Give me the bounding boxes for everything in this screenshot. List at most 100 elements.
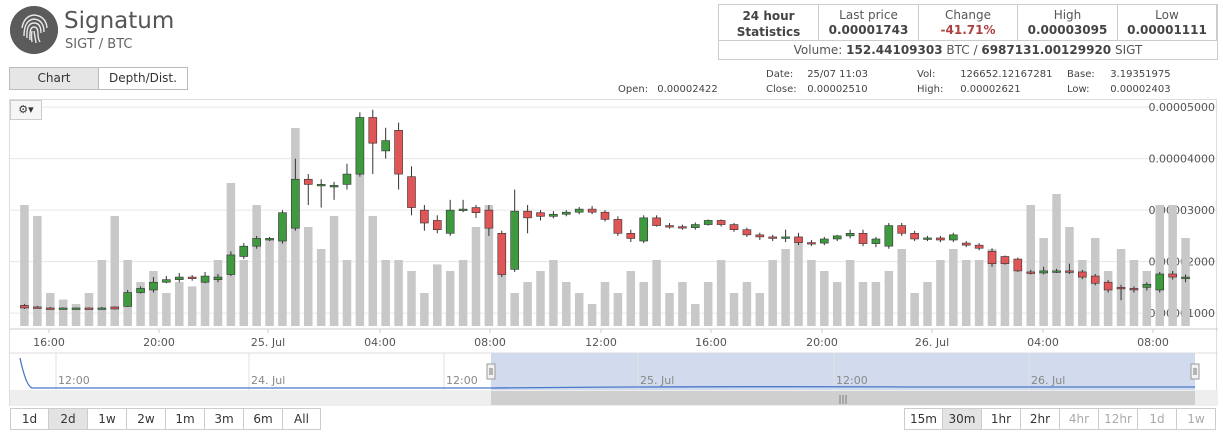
volume-bar xyxy=(1168,205,1177,326)
volume-bar xyxy=(58,299,68,326)
candle-body xyxy=(961,242,971,246)
candle-body xyxy=(678,226,687,229)
low-label: Low xyxy=(1155,8,1179,22)
volume-bar xyxy=(162,293,171,326)
volume-bar xyxy=(342,260,352,326)
close-value: 0.00002510 xyxy=(807,84,868,95)
range-button-6m[interactable]: 6m xyxy=(244,408,283,430)
stats-title-line1: 24 hour xyxy=(742,9,795,23)
stats-title: 24 hour Statistics xyxy=(719,5,819,40)
candle-body xyxy=(278,212,287,242)
volume-separator: / xyxy=(973,43,978,57)
volume-bar xyxy=(368,216,378,326)
volume-bar xyxy=(175,282,184,326)
volume-sigt: 6987131.00129920 xyxy=(981,43,1112,57)
range-button-2d[interactable]: 2d xyxy=(49,408,88,430)
interval-button-1d[interactable]: 1d xyxy=(1138,408,1177,430)
candle-body xyxy=(858,233,868,244)
tab-depth[interactable]: Depth/Dist. xyxy=(98,67,188,90)
candle-body xyxy=(652,217,661,226)
volume-bar xyxy=(1052,194,1061,326)
base-value: 3.19351975 xyxy=(1110,69,1171,80)
interval-button-1w[interactable]: 1w xyxy=(1177,408,1216,430)
candle-body xyxy=(923,237,932,240)
candle-body xyxy=(768,236,778,239)
chevron-down-icon: ▾ xyxy=(28,103,34,116)
volume-bar xyxy=(523,282,532,326)
candle-body xyxy=(265,238,274,241)
range-button-1m[interactable]: 1m xyxy=(166,408,205,430)
volume-bar xyxy=(304,227,313,326)
price-chart[interactable]: 0.000050000.000040000.000030000.00002000… xyxy=(9,99,1218,407)
volume-bar xyxy=(716,260,726,326)
open-value: 0.00002422 xyxy=(657,84,718,95)
range-button-1w[interactable]: 1w xyxy=(88,408,127,430)
ohlc-close: Close: 0.00002510 xyxy=(766,84,868,95)
24h-stats-panel: 24 hour Statistics Last price 0.00001743… xyxy=(718,4,1218,60)
interval-button-30m[interactable]: 30m xyxy=(943,408,982,430)
interval-button-4hr[interactable]: 4hr xyxy=(1060,408,1099,430)
candle-body xyxy=(497,233,507,275)
candle-body xyxy=(1155,273,1165,291)
candle-body xyxy=(471,207,481,214)
volume-bar xyxy=(1129,260,1139,326)
range-button-2w[interactable]: 2w xyxy=(127,408,166,430)
volume-bar xyxy=(445,271,455,326)
candle-body xyxy=(742,229,752,236)
candle-body xyxy=(1065,270,1074,273)
volume-bar xyxy=(1026,205,1035,326)
range-button-all[interactable]: All xyxy=(283,408,321,430)
date-value: 25/07 11:03 xyxy=(807,69,869,80)
candle-body xyxy=(807,242,816,245)
interval-button-15m[interactable]: 15m xyxy=(904,408,943,430)
candle-body xyxy=(794,236,803,243)
candle-body xyxy=(252,238,261,247)
candle-body xyxy=(949,234,958,241)
stat-low: Low 0.00001111 xyxy=(1118,5,1217,40)
candle-body xyxy=(871,238,881,244)
y-tick-label: 0.00005000 xyxy=(1149,101,1215,114)
candle-body xyxy=(484,209,494,229)
interval-button-12hr[interactable]: 12hr xyxy=(1099,408,1138,430)
x-tick-label: 08:00 xyxy=(1137,336,1169,349)
candle-body xyxy=(97,307,107,310)
candle-body xyxy=(884,225,894,247)
volume-bar xyxy=(729,293,739,326)
volume-bar xyxy=(394,260,403,326)
candlestick-chart-svg[interactable]: 0.000050000.000040000.000030000.00002000… xyxy=(10,100,1218,407)
volume-bar xyxy=(1013,271,1023,326)
candle-body xyxy=(936,237,945,241)
range-button-3m[interactable]: 3m xyxy=(205,408,244,430)
candle-body xyxy=(33,306,42,309)
range-button-1d[interactable]: 1d xyxy=(10,408,49,430)
candle-body xyxy=(587,208,597,213)
date-label: Date: xyxy=(766,69,794,80)
chart-settings-button[interactable]: ⚙▾ xyxy=(10,100,42,120)
candle-body xyxy=(84,307,94,310)
candle-body xyxy=(832,235,842,240)
trading-pair: SIGT / BTC xyxy=(65,37,133,52)
candle-body xyxy=(342,173,352,185)
x-tick-label: 16:00 xyxy=(695,336,727,349)
navigator-handle xyxy=(486,363,496,380)
high-value: 0.00003095 xyxy=(1027,23,1108,37)
candle-body xyxy=(1026,271,1036,274)
volume-label: Volume: xyxy=(793,43,843,57)
change-label: Change xyxy=(945,8,991,22)
last-price-label: Last price xyxy=(839,8,898,22)
candle-body xyxy=(665,225,674,228)
last-price-value: 0.00001743 xyxy=(828,23,909,37)
candle-body xyxy=(613,219,623,234)
ohlc-base: Base: 3.19351975 xyxy=(1067,69,1171,80)
low-value-ohlc: 0.00002403 xyxy=(1110,84,1171,95)
tab-chart[interactable]: Chart xyxy=(9,67,99,90)
interval-button-1hr[interactable]: 1hr xyxy=(982,408,1021,430)
volume-bar xyxy=(587,304,597,326)
candle-body xyxy=(1116,287,1126,290)
candle-body xyxy=(1129,288,1139,291)
interval-button-2hr[interactable]: 2hr xyxy=(1021,408,1060,430)
volume-bar xyxy=(845,260,855,326)
candle-body xyxy=(1078,271,1087,278)
candle-body xyxy=(845,233,855,237)
candle-body xyxy=(703,220,713,225)
